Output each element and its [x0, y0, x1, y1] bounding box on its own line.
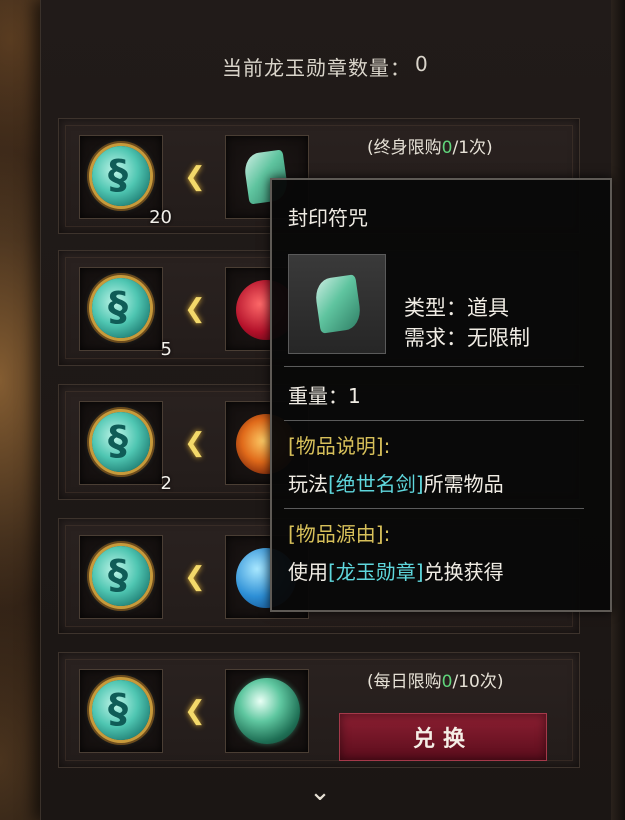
tooltip-item-slot	[288, 254, 386, 354]
tooltip-title: 封印符咒	[288, 206, 368, 230]
dragon-jade-medal-icon	[92, 146, 150, 206]
seal-talisman-icon	[313, 274, 363, 334]
medal-count-value: 0	[415, 52, 429, 76]
medal-count: 当前龙玉勋章数量： 0	[222, 52, 429, 81]
medal-count-label: 当前龙玉勋章数量：	[222, 56, 411, 80]
cost-quantity: 5	[160, 339, 172, 360]
dragon-jade-medal-icon	[92, 278, 150, 338]
cost-slot[interactable]: 2	[79, 401, 172, 494]
type-value: 道具	[467, 296, 509, 320]
limit-used: 0	[441, 138, 453, 158]
tooltip-requirement: 需求：无限制	[404, 322, 530, 352]
chevron-left-icon: ❮	[184, 428, 206, 458]
requirement-value: 无限制	[467, 326, 530, 350]
chevron-down-icon[interactable]: ⌄	[305, 779, 335, 805]
dragon-jade-medal-icon	[92, 412, 150, 472]
tooltip-type: 类型：道具	[404, 292, 509, 322]
description-suffix: 所需物品	[423, 472, 504, 496]
divider	[284, 366, 584, 367]
chevron-left-icon: ❮	[184, 696, 206, 726]
green-gem-icon	[234, 678, 300, 744]
cost-slot[interactable]: 20	[79, 135, 172, 228]
description-header: [物品说明]:	[288, 434, 391, 458]
purchase-limit: (终身限购0/1次)	[367, 133, 493, 158]
limit-used: 0	[441, 672, 453, 692]
exchange-button[interactable]: 兑换	[339, 713, 547, 761]
source-prefix: 使用	[288, 560, 328, 584]
limit-prefix: (每日限购	[367, 672, 442, 692]
divider	[284, 420, 584, 421]
description-text: 玩法[绝世名剑]所需物品	[288, 468, 504, 497]
cost-quantity: 20	[149, 207, 172, 228]
limit-prefix: (终身限购	[367, 138, 442, 158]
reward-slot[interactable]	[225, 669, 309, 753]
chevron-left-icon: ❮	[184, 162, 206, 192]
cost-quantity: 2	[160, 473, 172, 494]
cost-slot[interactable]	[79, 669, 163, 753]
weight-value: 1	[348, 384, 361, 408]
dragon-jade-medal-icon	[92, 680, 150, 740]
cost-slot[interactable]: 5	[79, 267, 172, 360]
item-tooltip: 封印符咒 类型：道具 需求：无限制 重量：1 [物品说明]: 玩法[绝世名剑]所…	[270, 178, 612, 612]
tooltip-weight: 重量：1	[288, 380, 361, 409]
chevron-left-icon: ❮	[184, 562, 206, 592]
limit-suffix: /1次)	[452, 138, 493, 158]
source-suffix: 兑换获得	[423, 560, 504, 584]
source-text: 使用[龙玉勋章]兑换获得	[288, 556, 504, 585]
dragon-jade-medal-icon	[92, 546, 150, 606]
exchange-row: ❮ (每日限购0/10次) 兑换	[58, 652, 580, 768]
purchase-limit: (每日限购0/10次)	[367, 667, 503, 692]
source-link: [龙玉勋章]	[328, 560, 424, 584]
weight-label: 重量：	[288, 384, 348, 408]
description-prefix: 玩法	[288, 472, 328, 496]
requirement-label: 需求：	[404, 326, 467, 350]
divider	[284, 508, 584, 509]
cost-slot[interactable]	[79, 535, 163, 619]
panel-edge	[611, 0, 625, 820]
limit-suffix: /10次)	[452, 672, 504, 692]
type-label: 类型：	[404, 296, 467, 320]
chevron-left-icon: ❮	[184, 294, 206, 324]
description-link: [绝世名剑]	[328, 472, 424, 496]
source-header: [物品源由]:	[288, 522, 391, 546]
